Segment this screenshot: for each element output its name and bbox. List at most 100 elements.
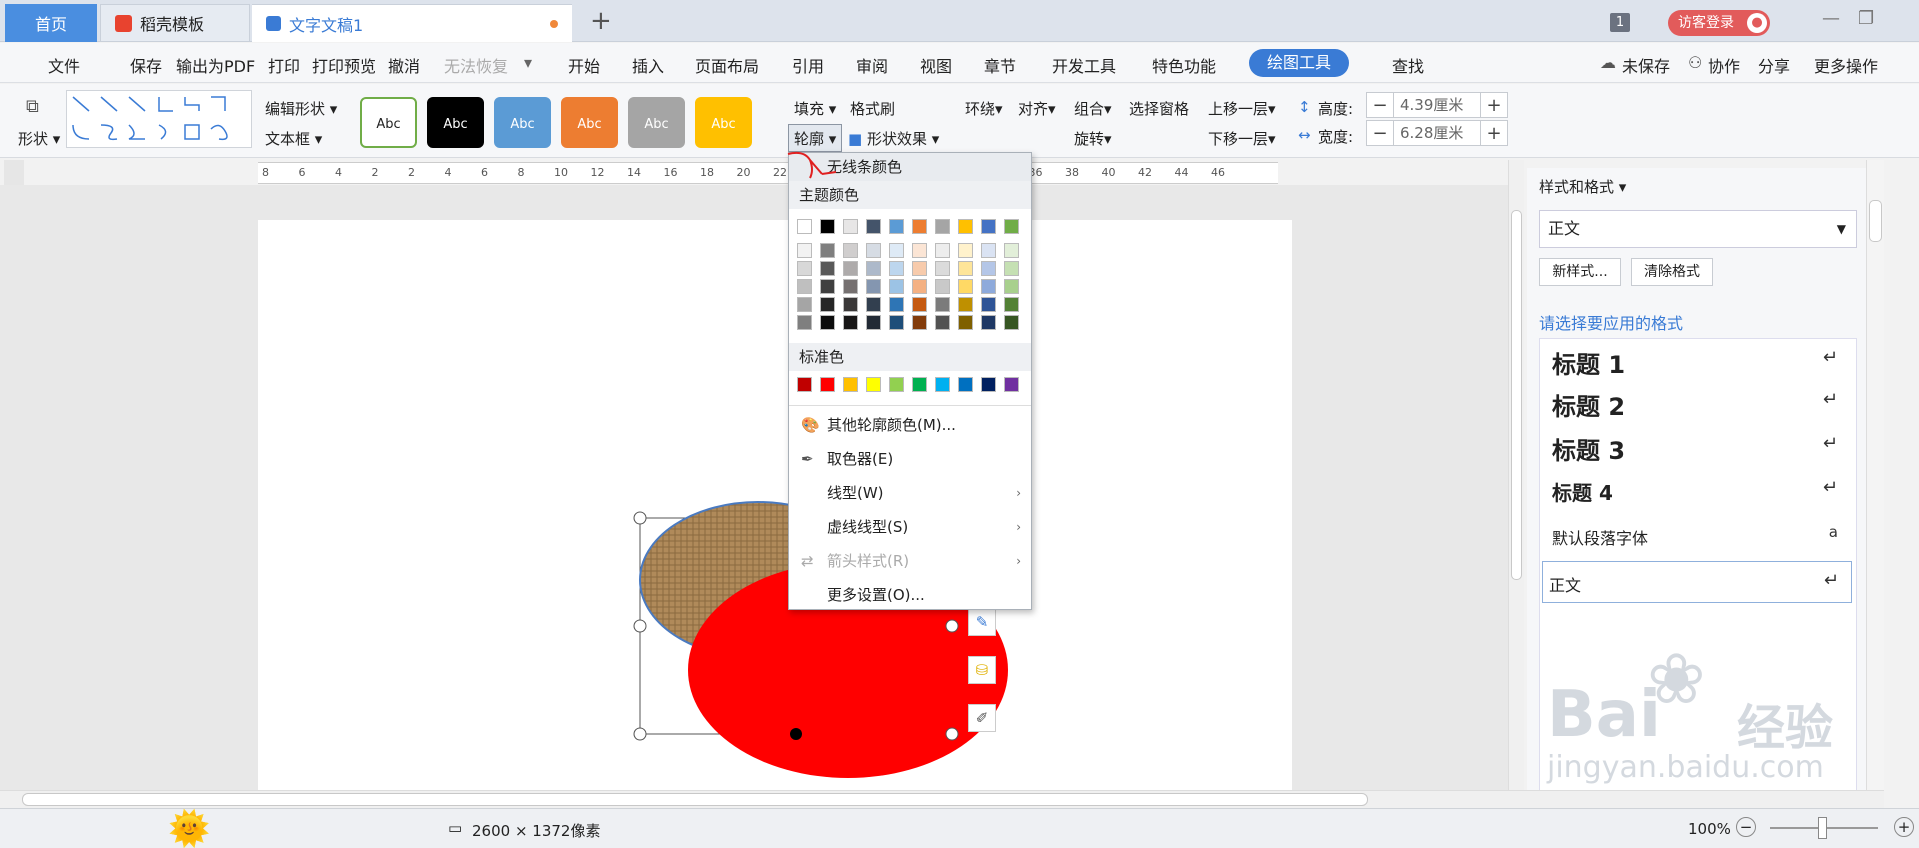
panel-scrollbar[interactable] bbox=[1866, 160, 1884, 800]
theme-shade-swatch[interactable] bbox=[981, 315, 996, 330]
theme-shade-swatch[interactable] bbox=[866, 297, 881, 312]
theme-shade-swatch[interactable] bbox=[958, 279, 973, 294]
standard-color-swatch[interactable] bbox=[935, 377, 950, 392]
theme-color-swatch[interactable] bbox=[981, 219, 996, 234]
eyedropper-item[interactable]: ✒ 取色器(E) bbox=[789, 443, 1031, 475]
theme-shade-swatch[interactable] bbox=[797, 279, 812, 294]
theme-shade-swatch[interactable] bbox=[820, 261, 835, 276]
theme-shade-swatch[interactable] bbox=[843, 279, 858, 294]
theme-shade-swatch[interactable] bbox=[889, 315, 904, 330]
theme-shade-swatch[interactable] bbox=[866, 243, 881, 258]
textbox-button[interactable]: 文本框 ▾ bbox=[265, 128, 322, 149]
tab-template[interactable]: 稻壳模板 bbox=[100, 4, 250, 42]
shape-style-5[interactable]: Abc bbox=[628, 97, 685, 148]
theme-shade-swatch[interactable] bbox=[958, 243, 973, 258]
line-type-item[interactable]: 线型(W) › bbox=[789, 477, 1031, 509]
theme-shade-swatch[interactable] bbox=[935, 243, 950, 258]
minus-icon[interactable]: − bbox=[1367, 123, 1393, 144]
theme-color-swatch[interactable] bbox=[797, 219, 812, 234]
menu-file[interactable]: 文件 bbox=[48, 53, 80, 77]
shape-style-6[interactable]: Abc bbox=[695, 97, 752, 148]
standard-color-swatch[interactable] bbox=[1004, 377, 1019, 392]
horizontal-ruler[interactable]: 8642246810121416182022242628303234363840… bbox=[258, 162, 1278, 184]
height-value[interactable]: 4.39厘米 bbox=[1393, 93, 1481, 117]
format-brush-button[interactable]: 格式刷 bbox=[850, 98, 895, 119]
standard-color-swatch[interactable] bbox=[958, 377, 973, 392]
resize-handle[interactable] bbox=[633, 511, 647, 525]
theme-shade-swatch[interactable] bbox=[820, 297, 835, 312]
tab-drawing-tools[interactable]: 绘图工具 bbox=[1249, 49, 1349, 77]
document-page[interactable]: ✎ ⛁ ✐ bbox=[258, 220, 1292, 790]
theme-shade-swatch[interactable] bbox=[797, 297, 812, 312]
menu-print[interactable]: 打印 bbox=[268, 53, 300, 77]
theme-shade-swatch[interactable] bbox=[866, 315, 881, 330]
more-outline-colors-item[interactable]: 🎨 其他轮廓颜色(M)... bbox=[789, 409, 1031, 441]
tab-view[interactable]: 视图 bbox=[920, 53, 952, 77]
shape-style-3[interactable]: Abc bbox=[494, 97, 551, 148]
theme-shade-swatch[interactable] bbox=[820, 243, 835, 258]
paint-bucket-icon[interactable]: ⛁ bbox=[968, 656, 996, 684]
width-value[interactable]: 6.28厘米 bbox=[1393, 121, 1481, 145]
theme-shade-swatch[interactable] bbox=[935, 315, 950, 330]
resize-handle[interactable] bbox=[790, 728, 802, 740]
rotate-button[interactable]: 旋转▾ bbox=[1074, 128, 1112, 149]
tab-insert[interactable]: 插入 bbox=[632, 53, 664, 77]
shape-style-1[interactable]: Abc bbox=[360, 97, 417, 148]
menu-collab[interactable]: 协作 bbox=[1708, 53, 1740, 77]
minus-icon[interactable]: − bbox=[1367, 95, 1393, 116]
window-count-badge[interactable]: 1 bbox=[1610, 13, 1630, 32]
standard-color-swatch[interactable] bbox=[797, 377, 812, 392]
menu-more[interactable]: 更多操作 bbox=[1814, 53, 1878, 77]
tab-start[interactable]: 开始 bbox=[568, 53, 600, 77]
theme-shade-swatch[interactable] bbox=[935, 279, 950, 294]
menu-export-pdf[interactable]: 输出为PDF bbox=[176, 53, 255, 77]
pencil-icon[interactable]: ✎ bbox=[968, 608, 996, 636]
theme-shade-swatch[interactable] bbox=[797, 261, 812, 276]
new-style-button[interactable]: 新样式... bbox=[1539, 258, 1621, 286]
theme-shade-swatch[interactable] bbox=[820, 279, 835, 294]
menu-undo[interactable]: 撤消 bbox=[388, 53, 420, 77]
theme-shade-swatch[interactable] bbox=[843, 297, 858, 312]
theme-color-swatch[interactable] bbox=[889, 219, 904, 234]
more-settings-item[interactable]: 更多设置(O)... bbox=[789, 579, 1031, 611]
login-button[interactable]: 访客登录 ● bbox=[1668, 10, 1770, 36]
theme-shade-swatch[interactable] bbox=[843, 315, 858, 330]
theme-color-swatch[interactable] bbox=[820, 219, 835, 234]
tab-chapter[interactable]: 章节 bbox=[984, 53, 1016, 77]
zoom-out-icon[interactable]: − bbox=[1736, 817, 1756, 837]
shape-effect-button[interactable]: ■ 形状效果 ▾ bbox=[848, 128, 939, 149]
resize-handle[interactable] bbox=[945, 727, 959, 741]
theme-shade-swatch[interactable] bbox=[981, 279, 996, 294]
align-button[interactable]: 对齐▾ bbox=[1018, 98, 1056, 119]
theme-shade-swatch[interactable] bbox=[889, 243, 904, 258]
clear-format-button[interactable]: 清除格式 bbox=[1631, 258, 1713, 286]
shape-style-4[interactable]: Abc bbox=[561, 97, 618, 148]
theme-shade-swatch[interactable] bbox=[866, 261, 881, 276]
tab-layout[interactable]: 页面布局 bbox=[695, 53, 759, 77]
standard-color-swatch[interactable] bbox=[981, 377, 996, 392]
theme-shade-swatch[interactable] bbox=[889, 297, 904, 312]
standard-color-swatch[interactable] bbox=[820, 377, 835, 392]
zoom-in-icon[interactable]: + bbox=[1894, 817, 1914, 837]
theme-shade-swatch[interactable] bbox=[1004, 315, 1019, 330]
menu-print-preview[interactable]: 打印预览 bbox=[312, 53, 376, 77]
theme-color-swatch[interactable] bbox=[1004, 219, 1019, 234]
theme-shade-swatch[interactable] bbox=[889, 279, 904, 294]
standard-color-swatch[interactable] bbox=[843, 377, 858, 392]
plus-icon[interactable]: + bbox=[1481, 123, 1507, 144]
group-button[interactable]: 组合▾ bbox=[1074, 98, 1112, 119]
style-item-heading4[interactable]: 标题 4 ↵ bbox=[1540, 471, 1856, 511]
horizontal-scrollbar[interactable] bbox=[0, 790, 1884, 808]
fill-button[interactable]: 填充 ▾ bbox=[794, 98, 836, 119]
style-item-heading3[interactable]: 标题 3 ↵ bbox=[1540, 427, 1856, 467]
theme-shade-swatch[interactable] bbox=[1004, 297, 1019, 312]
dash-type-item[interactable]: 虚线线型(S) › bbox=[789, 511, 1031, 543]
tab-home[interactable]: 首页 bbox=[5, 4, 97, 42]
theme-color-swatch[interactable] bbox=[935, 219, 950, 234]
style-item-default-font[interactable]: 默认段落字体 a bbox=[1540, 515, 1856, 555]
send-backward-button[interactable]: 下移一层▾ bbox=[1208, 128, 1276, 149]
add-tab-button[interactable]: + bbox=[590, 6, 612, 36]
theme-color-swatch[interactable] bbox=[843, 219, 858, 234]
theme-shade-swatch[interactable] bbox=[958, 315, 973, 330]
theme-shade-swatch[interactable] bbox=[981, 297, 996, 312]
